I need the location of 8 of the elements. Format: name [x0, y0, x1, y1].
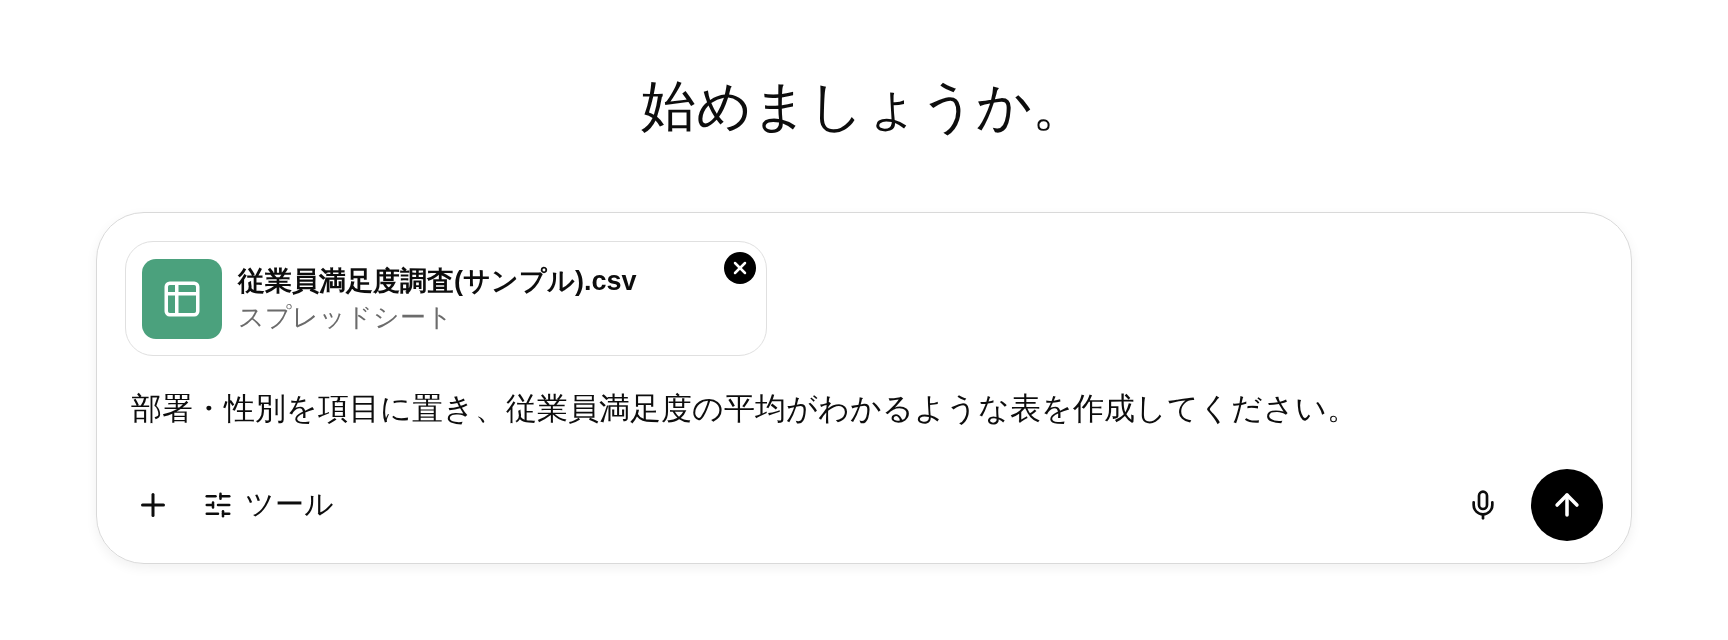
tools-button[interactable]: ツール	[195, 477, 342, 533]
file-type: スプレッドシート	[238, 300, 454, 334]
page-heading: 始めましょうか。	[641, 74, 1087, 139]
sliders-icon	[203, 490, 233, 520]
spreadsheet-icon	[142, 258, 222, 339]
file-name: 従業員満足度調査(サンプル).csv	[238, 264, 637, 298]
remove-attachment-button[interactable]	[724, 252, 756, 284]
prompt-input[interactable]: 部署・性別を項目に置き、従業員満足度の平均がわかるような表を作成してください。	[131, 384, 1591, 434]
